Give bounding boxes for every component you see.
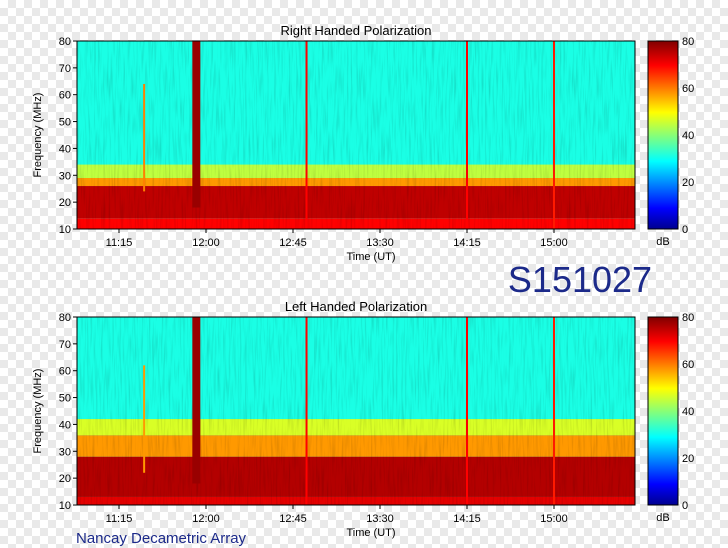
y-tick-label: 10 [59,224,71,236]
burst-mark [553,317,555,505]
y-tick-label: 50 [59,117,71,129]
x-tick-label: 14:15 [453,237,481,249]
colorbar-tick-label: 0 [682,224,688,236]
burst-mark [466,41,468,229]
heatmap-area [77,317,635,505]
colorbar-tick-label: 80 [682,36,694,48]
heatmap-texture [77,41,635,229]
burst-mark [466,317,468,505]
colorbar-tick-label: 40 [682,406,694,418]
right-polarization-panel: Right Handed Polarization 10 20 30 40 50 60 70 8… [32,23,694,263]
burst-mark [192,317,201,484]
left-polarization-panel: Left Handed Polarization 10 20 30 40 50 60 70 80… [32,299,694,539]
x-tick-label: 14:15 [453,513,481,525]
burst-mark [143,83,146,192]
burst-mark [143,365,146,473]
y-tick-label: 70 [59,339,71,351]
y-tick-label: 40 [59,419,71,431]
colorbar-tick-label: 80 [682,312,694,324]
x-axis-label: Time (UT) [346,527,395,539]
colorbar-tick-label: 20 [682,177,694,189]
y-tick-label: 50 [59,393,71,405]
colorbar-tick-label: 20 [682,453,694,465]
y-tick-label: 30 [59,446,71,458]
burst-mark [192,41,201,208]
y-tick-label: 60 [59,366,71,378]
y-axis-label: Frequency (MHz) [32,93,44,178]
panel-title: Left Handed Polarization [285,299,427,314]
x-tick-label: 11:15 [106,513,133,525]
colorbar [647,316,679,506]
x-axis-label: Time (UT) [346,251,395,263]
y-tick-label: 60 [59,90,71,102]
heatmap-area [77,41,635,229]
y-tick-label: 30 [59,170,71,182]
y-axis-label: Frequency (MHz) [32,369,44,454]
colorbar-label: dB [656,512,669,524]
colorbar-label: dB [656,236,669,248]
y-tick-label: 10 [59,500,71,512]
spectrogram-figure: Right Handed Polarization 10 20 30 40 50 60 70 8… [32,23,694,547]
x-tick-label: 15:00 [540,237,568,249]
x-tick-label: 13:30 [366,237,394,249]
x-tick-label: 12:45 [279,237,307,249]
y-tick-label: 20 [59,473,71,485]
colorbar-tick-label: 40 [682,130,694,142]
x-tick-label: 12:00 [192,513,220,525]
panel-title: Right Handed Polarization [280,23,431,38]
burst-mark [305,317,308,505]
colorbar-tick-label: 0 [682,500,688,512]
y-tick-label: 80 [59,312,71,324]
y-tick-label: 80 [59,36,71,48]
colorbar-tick-label: 60 [682,359,694,371]
x-tick-label: 13:30 [366,513,394,525]
y-tick-label: 70 [59,63,71,75]
y-tick-label: 20 [59,197,71,209]
x-tick-label: 11:15 [106,237,133,249]
colorbar [647,40,679,230]
heatmap-texture [77,317,635,505]
colorbar-tick-label: 60 [682,83,694,95]
x-tick-label: 12:45 [279,513,307,525]
burst-mark [553,41,555,229]
x-tick-label: 15:00 [540,513,568,525]
instrument-label: Nancay Decametric Array [76,530,247,547]
x-tick-label: 12:00 [192,237,220,249]
observation-id: S151027 [508,259,652,300]
burst-mark [305,41,308,229]
y-tick-label: 40 [59,143,71,155]
